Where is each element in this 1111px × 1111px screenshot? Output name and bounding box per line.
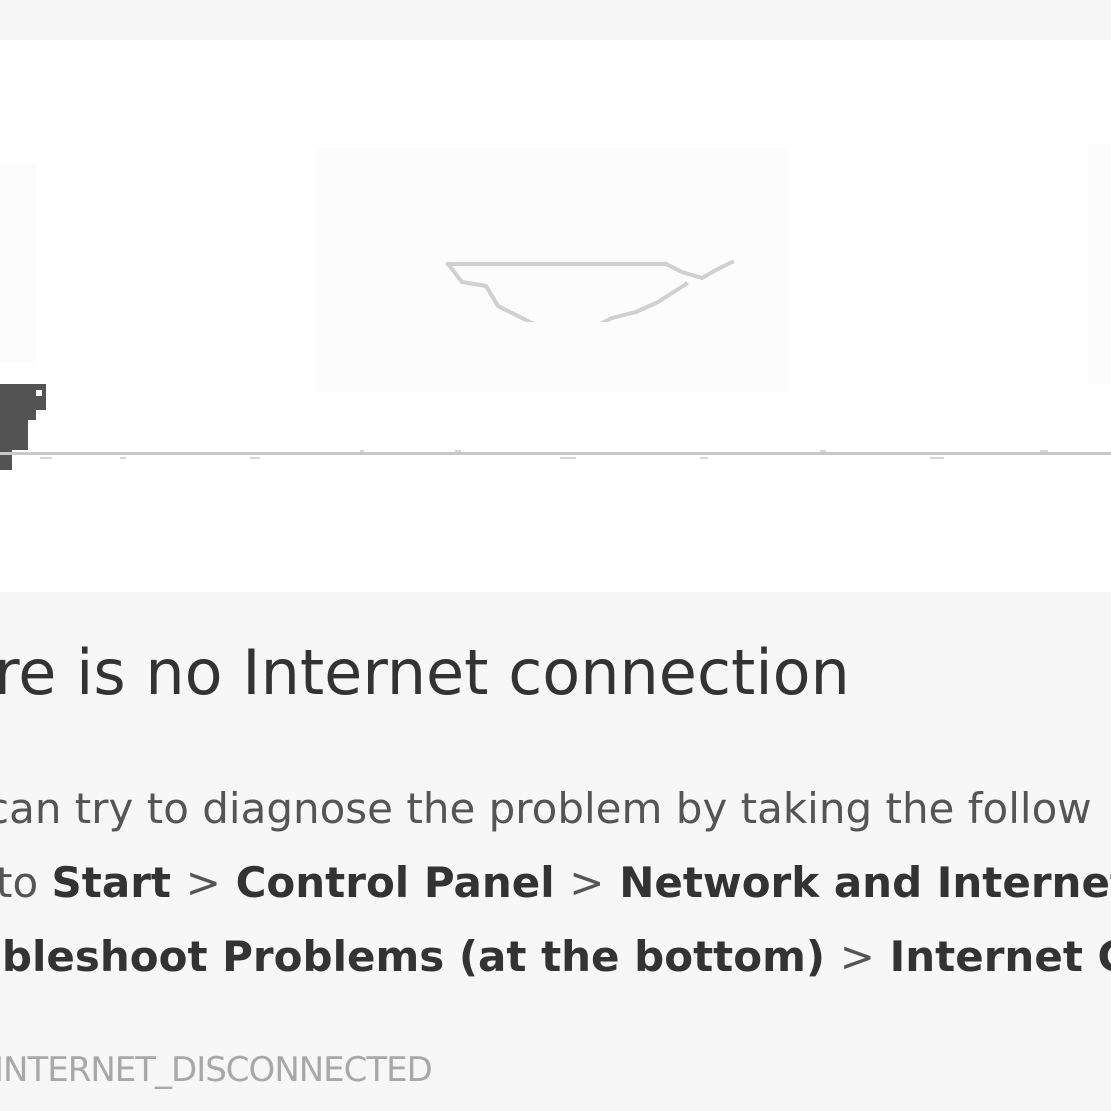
path-troubleshoot: ubleshoot Problems (at the bottom)	[0, 932, 826, 981]
path-network-internet: Network and Internet	[619, 858, 1111, 907]
error-headline: ere is no Internet connection	[0, 636, 850, 709]
t-rex-icon	[0, 384, 46, 470]
path-lead: to	[0, 858, 39, 907]
diagnose-text: can try to diagnose the problem by takin…	[0, 784, 1092, 833]
top-strip	[0, 0, 1111, 40]
settings-path-line: to Start > Control Panel > Network and Inter…	[0, 858, 1111, 907]
path-control-panel: Control Panel	[235, 858, 555, 907]
path-separator: >	[569, 858, 605, 907]
cloud-backdrop-left	[0, 162, 36, 362]
cloud-icon	[445, 259, 735, 322]
path-internet-connections: Internet Co	[889, 932, 1111, 981]
path-separator: >	[185, 858, 221, 907]
path-start: Start	[51, 858, 171, 907]
path-separator: >	[839, 932, 875, 981]
error-code: INTERNET_DISCONNECTED	[0, 1050, 433, 1090]
cloud-backdrop-right	[1088, 144, 1111, 384]
ground-line	[0, 450, 1111, 459]
troubleshoot-path-line: ubleshoot Problems (at the bottom) > Inter…	[0, 932, 1111, 981]
offline-game-canvas[interactable]	[0, 40, 1111, 592]
error-content: ere is no Internet connection can try to…	[0, 592, 1111, 1111]
